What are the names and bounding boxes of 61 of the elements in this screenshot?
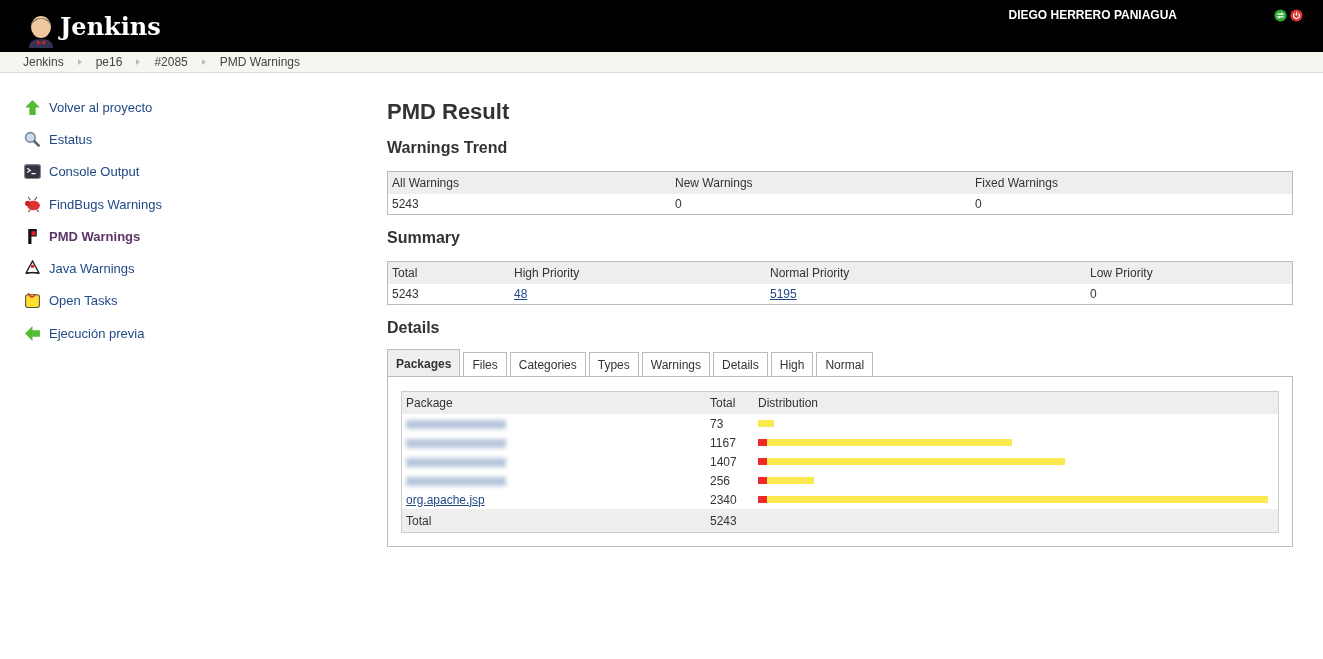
tab[interactable]: Details <box>713 352 768 376</box>
refresh-icon[interactable] <box>1274 8 1287 22</box>
table-cell: 73 <box>706 414 754 433</box>
chevron-icon <box>136 59 141 65</box>
bug-icon[interactable] <box>24 195 41 213</box>
jenkins-logo-text[interactable]: Jenkins <box>60 11 161 41</box>
tab[interactable]: Packages <box>387 349 461 376</box>
breadcrumb-link[interactable]: #2085 <box>154 55 188 69</box>
table-cell: 0 <box>1086 284 1293 305</box>
tab[interactable]: Normal <box>816 352 874 376</box>
sidebar-link[interactable]: Java Warnings <box>49 261 135 277</box>
sidebar-link[interactable]: Console Output <box>49 164 140 180</box>
table-cell: 2340 <box>706 490 754 509</box>
power-icon[interactable] <box>1290 8 1303 22</box>
note-icon[interactable] <box>24 292 41 310</box>
column-header: Total <box>706 391 754 414</box>
sidebar-link[interactable]: FindBugs Warnings <box>49 196 162 212</box>
chevron-icon <box>201 59 206 65</box>
table-cell-text: 1407 <box>709 453 738 471</box>
column-header: Distribution <box>754 391 1279 414</box>
section-heading: Warnings Trend <box>387 139 509 157</box>
sidebar-link[interactable]: PMD Warnings <box>49 228 141 244</box>
table-cell: Total <box>401 509 706 533</box>
tab[interactable]: Warnings <box>641 352 711 376</box>
column-header: Fixed Warnings <box>971 171 1293 194</box>
sidebar-link[interactable]: Volver al proyecto <box>49 99 153 115</box>
section-heading: Summary <box>387 229 461 247</box>
tab[interactable]: Categories <box>509 352 586 376</box>
tab[interactable]: Types <box>588 352 639 376</box>
tab[interactable]: High <box>770 352 814 376</box>
page-title: PMD Result <box>387 99 511 125</box>
butler-icon <box>26 14 56 48</box>
column-header: Total <box>387 261 510 284</box>
chevron-icon <box>77 59 82 65</box>
user-name[interactable]: DIEGO HERRERO PANIAGUA <box>1008 8 1177 22</box>
breadcrumb-link[interactable]: PMD Warnings <box>219 55 300 69</box>
table-cell-text: 256 <box>709 472 732 490</box>
section-heading: Details <box>387 319 441 337</box>
breadcrumb-link[interactable]: pe16 <box>95 55 123 69</box>
breadcrumb-link[interactable]: Jenkins <box>23 55 64 69</box>
count-link[interactable]: 48 <box>514 287 528 301</box>
table-cell: 0 <box>971 194 1293 215</box>
search-icon[interactable] <box>24 130 41 148</box>
package-link[interactable]: org.apache.jsp <box>406 492 485 507</box>
column-header: Normal Priority <box>766 261 1086 284</box>
column-header: New Warnings <box>671 171 971 194</box>
table-cell: 5243 <box>706 509 754 533</box>
column-header: High Priority <box>510 261 766 284</box>
table-cell: 0 <box>671 194 971 215</box>
column-header: All Warnings <box>387 171 671 194</box>
column-header: Low Priority <box>1086 261 1293 284</box>
sidebar-link[interactable]: Estatus <box>49 131 93 147</box>
count-link[interactable]: 5195 <box>770 287 797 301</box>
sidebar-link[interactable]: Ejecución previa <box>49 325 145 341</box>
terminal-icon[interactable] <box>24 163 41 181</box>
table-cell: 5243 <box>387 284 510 305</box>
table-cell: 5243 <box>387 194 671 215</box>
tab[interactable]: Files <box>463 352 507 376</box>
sidebar-link[interactable]: Open Tasks <box>49 293 118 309</box>
column-header: Package <box>401 391 706 414</box>
table-cell-text: 1167 <box>709 434 737 452</box>
